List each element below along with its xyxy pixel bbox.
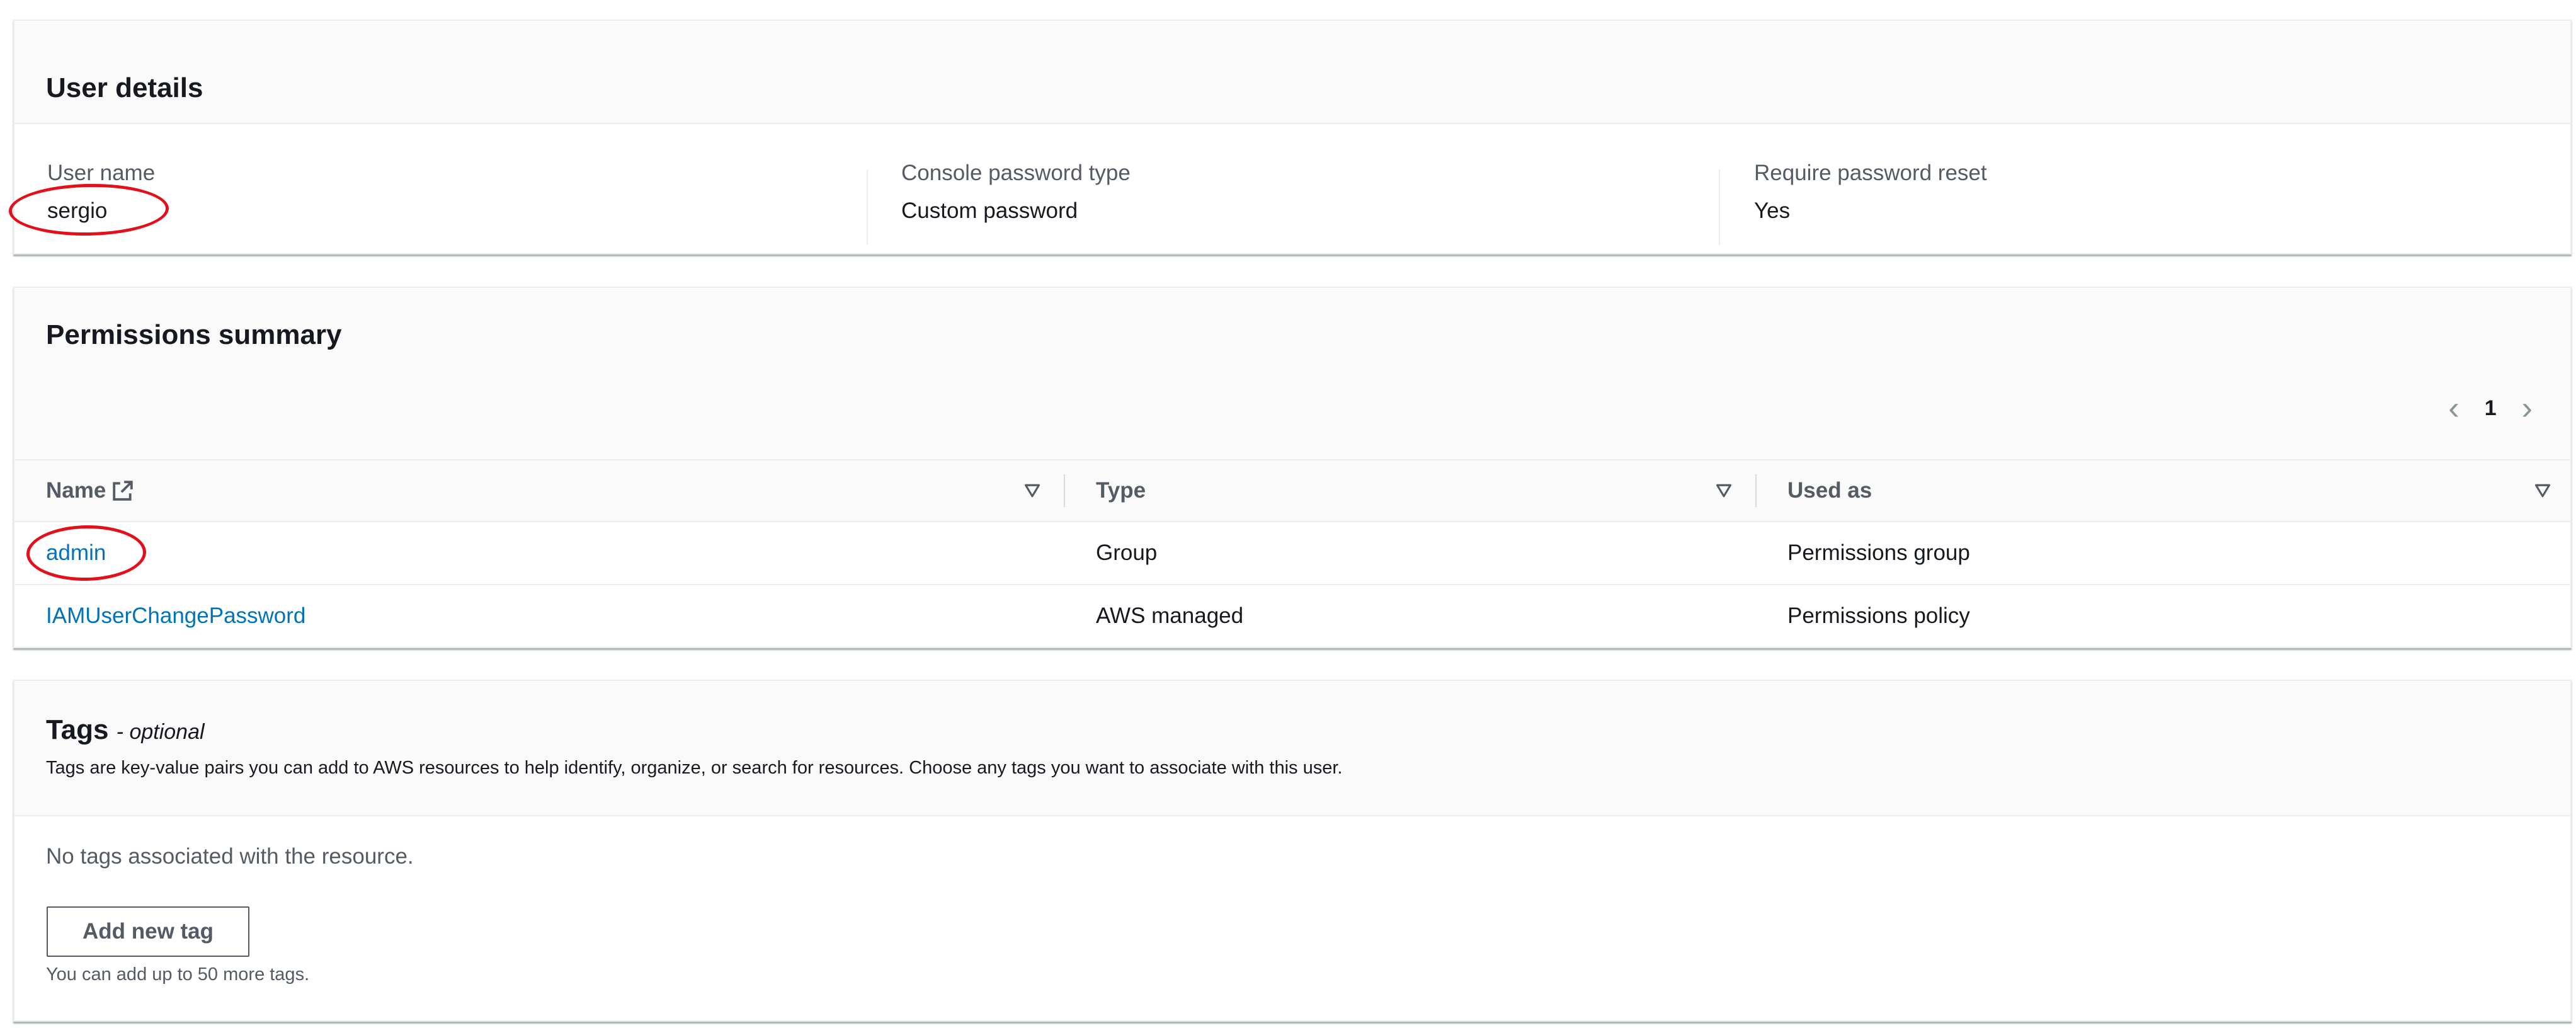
external-link-icon[interactable] <box>112 480 134 501</box>
page-number-current[interactable]: 1 <box>2478 396 2503 421</box>
cell-used-as: Permissions policy <box>1787 603 1970 628</box>
user-details-header: User details <box>14 21 2570 124</box>
cell-name: IAMUserChangePassword <box>46 585 305 647</box>
console-password-type-label: Console password type <box>901 161 1131 185</box>
column-header-type-label: Type <box>1096 478 1146 503</box>
column-header-type[interactable]: Type <box>1096 460 1146 521</box>
chevron-right-icon[interactable]: › <box>2522 392 2533 425</box>
permission-link-iamuserchangepassword[interactable]: IAMUserChangePassword <box>46 603 305 629</box>
table-row: IAMUserChangePassword AWS managed Permis… <box>14 585 2570 647</box>
tags-description: Tags are key-value pairs you can add to … <box>46 758 1343 778</box>
require-password-reset-field: Require password reset Yes <box>1754 161 1987 224</box>
column-header-used-as-label: Used as <box>1787 478 1872 503</box>
sort-caret-down-icon[interactable] <box>2534 482 2551 500</box>
cell-type: AWS managed <box>1096 603 1244 628</box>
sort-caret-down-icon[interactable] <box>1715 482 1733 500</box>
require-password-reset-value: Yes <box>1754 198 1791 223</box>
iam-user-review-page: User details User name sergio Console pa… <box>0 0 2576 1028</box>
tags-header: Tags - optional Tags are key-value pairs… <box>14 681 2570 816</box>
permissions-summary-panel: Permissions summary ‹ 1 › Name Type Used… <box>13 287 2572 648</box>
cell-type: Group <box>1096 540 1158 565</box>
column-separator[interactable] <box>1755 474 1757 507</box>
permissions-summary-title: Permissions summary <box>46 319 342 350</box>
column-header-name-label: Name <box>46 478 106 503</box>
column-header-used-as[interactable]: Used as <box>1787 460 1872 521</box>
tags-title-text: Tags <box>46 714 109 745</box>
table-header-row: Name Type Used as <box>14 459 2570 522</box>
chevron-left-icon[interactable]: ‹ <box>2448 392 2459 425</box>
pagination: ‹ 1 › <box>2448 391 2533 426</box>
column-divider <box>867 169 868 245</box>
column-separator[interactable] <box>1064 474 1065 507</box>
user-details-title: User details <box>46 72 203 103</box>
user-details-panel: User details User name sergio Console pa… <box>13 20 2572 254</box>
console-password-type-field: Console password type Custom password <box>901 161 1131 224</box>
column-divider <box>1719 169 1720 245</box>
tags-limit-hint: You can add up to 50 more tags. <box>46 964 310 985</box>
tags-title: Tags - optional <box>46 714 205 746</box>
tags-panel: Tags - optional Tags are key-value pairs… <box>13 680 2572 1022</box>
require-password-reset-label: Require password reset <box>1754 161 1987 185</box>
tags-title-optional: - optional <box>116 720 205 744</box>
table-row: admin Group Permissions group <box>14 522 2570 585</box>
tags-empty-message: No tags associated with the resource. <box>46 844 414 869</box>
add-new-tag-button[interactable]: Add new tag <box>47 906 249 957</box>
cell-used-as: Permissions group <box>1787 540 1970 565</box>
sort-caret-down-icon[interactable] <box>1023 482 1041 500</box>
console-password-type-value: Custom password <box>901 198 1078 223</box>
column-header-name[interactable]: Name <box>46 460 134 521</box>
